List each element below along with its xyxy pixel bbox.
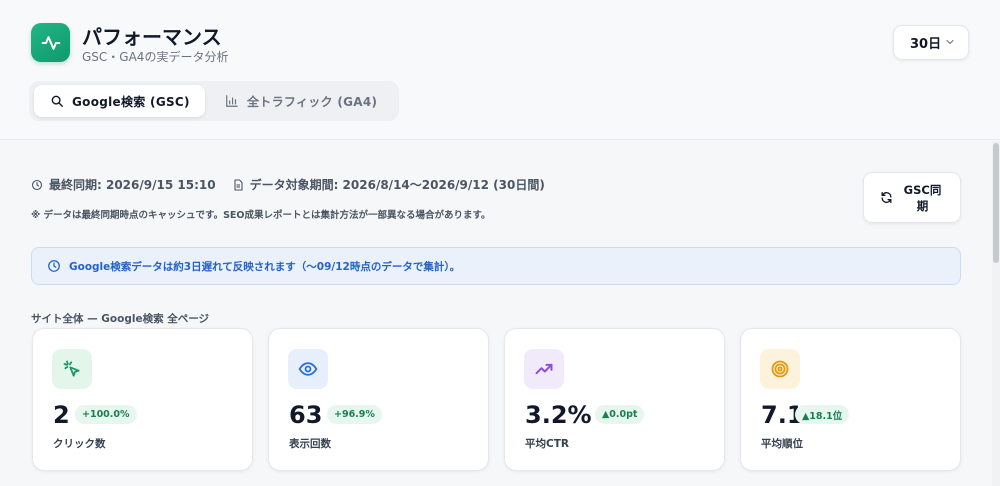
metric-card-impressions: 63 +96.9% 表示回数 [268,328,489,471]
tab-gsc[interactable]: Google検索 (GSC) [34,85,205,117]
metric-label: 表示回数 [289,438,331,450]
search-icon [51,95,63,107]
target-icon [760,349,800,389]
sync-meta: 最終同期: 2026/9/15 15:10 データ対象期間: 2026/8/14… [31,176,561,193]
metric-card-position: 7.1 ▲18.1位 平均順位 [740,328,961,471]
period-select-value: 30日 [910,37,942,52]
tab-ga4[interactable]: 全トラフィック (GA4) [225,85,395,117]
banner-text: Google検索データは約3日遅れて反映されます（〜09/12時点のデータで集計… [69,260,461,273]
metric-value: 63 [289,401,323,429]
clock-icon [31,179,43,190]
page-title: パフォーマンス [82,25,222,49]
gsc-sync-label: GSC同期 [903,182,942,213]
metric-label: 平均CTR [525,438,569,450]
trend-up-icon [524,349,564,389]
tab-ga4-label: 全トラフィック (GA4) [247,94,378,109]
bar-chart-icon [226,95,238,107]
tab-gsc-label: Google検索 (GSC) [72,94,190,109]
metric-delta-badge: ▲18.1位 [795,405,850,424]
document-icon [234,178,243,191]
page-header: パフォーマンス GSC・GA4の実データ分析 30日 Google検索 (GSC… [0,0,1000,140]
activity-icon [31,23,70,62]
metric-label: クリック数 [53,438,106,450]
clock-icon [48,260,60,272]
delay-info-banner: Google検索データは約3日遅れて反映されます（〜09/12時点のデータで集計… [31,247,961,285]
last-sync-text: 最終同期: 2026/9/15 15:10 [49,178,216,192]
metric-value: 2 [53,401,70,429]
metric-delta-badge: +96.9% [327,405,382,424]
metric-value: 3.2% [525,401,592,429]
data-period-text: データ対象期間: 2026/8/14〜2026/9/12 (30日間) [249,178,545,192]
cache-note: ※ データは最終同期時点のキャッシュです。SEO成果レポートとは集計方法が一部異… [31,210,491,221]
page-subtitle: GSC・GA4の実データ分析 [82,50,229,64]
metric-card-clicks: 2 +100.0% クリック数 [32,328,253,471]
period-select[interactable]: 30日 [893,25,969,60]
vertical-scrollbar[interactable] [992,141,1000,486]
section-label: サイト全体 — Google検索 全ページ [31,313,210,325]
metric-label: 平均順位 [761,438,803,450]
refresh-icon [881,191,891,204]
metric-card-ctr: 3.2% ▲0.0pt 平均CTR [504,328,725,471]
gsc-sync-button[interactable]: GSC同期 [863,172,961,223]
metric-delta-badge: ▲0.0pt [595,405,645,424]
chevron-down-icon [946,39,954,45]
cursor-click-icon [52,349,92,389]
metric-delta-badge: +100.0% [75,405,137,424]
eye-icon [288,349,328,389]
tab-bar: Google検索 (GSC) 全トラフィック (GA4) [29,81,399,121]
scrollbar-thumb[interactable] [993,143,999,263]
